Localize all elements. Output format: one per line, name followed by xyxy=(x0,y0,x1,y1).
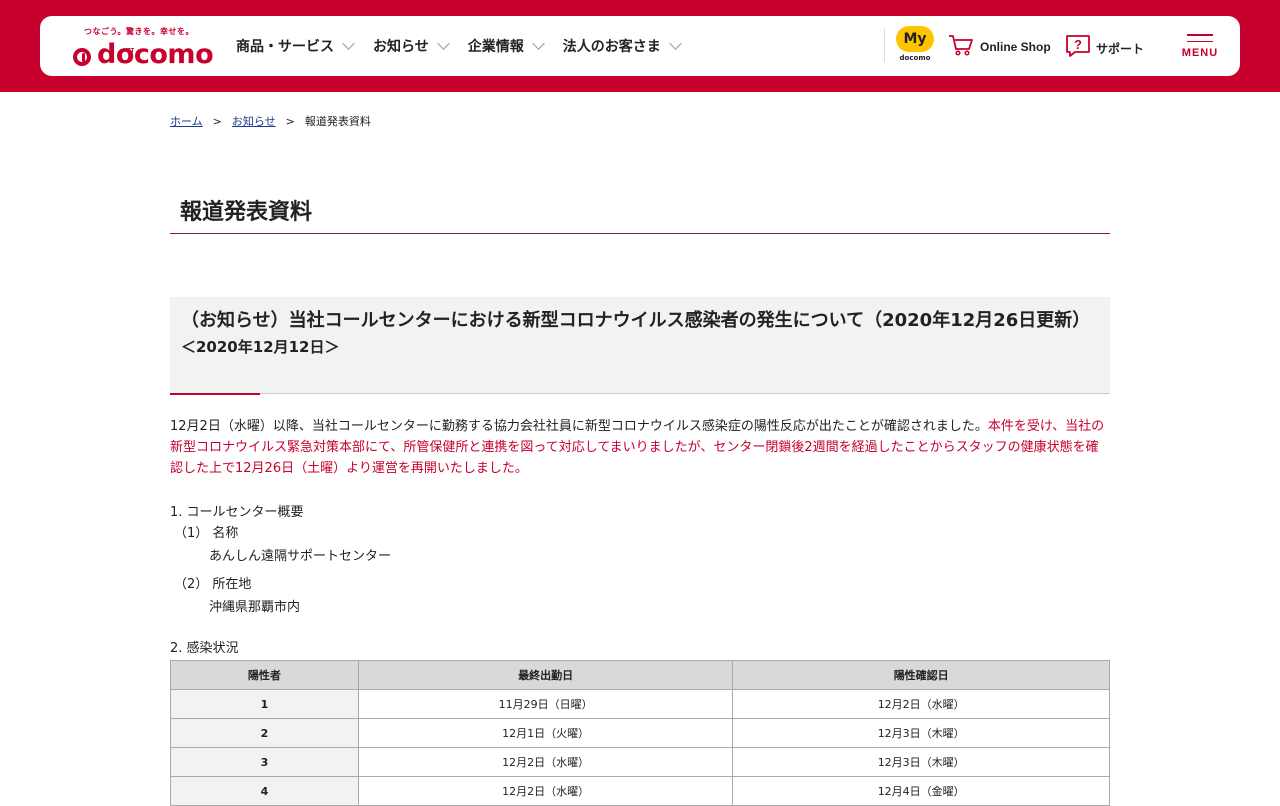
table-row: 4 12月2日（水曜） 12月4日（金曜） xyxy=(170,776,1110,806)
nav-item-label: お知らせ xyxy=(373,39,429,55)
table-cell: 12月3日（木曜） xyxy=(732,747,1110,777)
nav-item-label: 商品・サービス xyxy=(236,39,334,55)
header-divider xyxy=(884,28,885,62)
column-header: 最終出勤日 xyxy=(357,660,734,690)
article-divider xyxy=(170,393,1110,394)
menu-label: MENU xyxy=(1181,47,1219,59)
hamburger-icon xyxy=(1180,34,1220,42)
online-shop-link[interactable]: Online Shop xyxy=(948,34,1051,60)
my-docomo-badge: My xyxy=(896,26,934,52)
power-ring-icon xyxy=(73,48,91,66)
chevron-down-icon xyxy=(531,37,545,50)
table-cell: 4 xyxy=(170,776,359,806)
chevron-down-icon xyxy=(436,37,450,50)
article-title: （お知らせ）当社コールセンターにおける新型コロナウイルス感染者の発生について（2… xyxy=(181,310,1091,331)
section2-heading: 2. 感染状況 xyxy=(170,641,239,656)
svg-text:?: ? xyxy=(1074,37,1082,52)
breadcrumb-current: 報道発表資料 xyxy=(304,115,371,128)
article-date: ＜2020年12月12日＞ xyxy=(181,338,340,356)
brand-wordmark: docomo xyxy=(97,39,214,70)
section1-heading: 1. コールセンター概要 xyxy=(170,505,304,520)
site-header: つなごう。驚きを。幸せを。 NTT docomo 商品・サービス お知らせ 企業… xyxy=(40,16,1240,76)
my-docomo-button[interactable]: My docomo xyxy=(895,26,935,66)
nav-item-business[interactable]: 法人のお客さま xyxy=(562,36,682,56)
cart-icon xyxy=(948,34,974,60)
page-title: 報道発表資料 xyxy=(180,200,313,225)
table-cell: 11月29日（日曜） xyxy=(357,689,734,719)
article-body: 12月2日（水曜）以降、当社コールセンターに勤務する協力会社社員に新型コロナウイ… xyxy=(170,416,1110,479)
table-cell: 12月4日（金曜） xyxy=(732,776,1110,806)
help-icon: ? xyxy=(1065,34,1091,62)
chevron-down-icon xyxy=(668,37,682,50)
my-docomo-sub-label: docomo xyxy=(899,54,931,62)
article-accent-bar xyxy=(170,393,260,395)
nav-item-label: 法人のお客さま xyxy=(562,39,661,55)
table-row: 1 11月29日（日曜） 12月2日（水曜） xyxy=(170,689,1110,719)
section1-item2-value: 沖縄県那覇市内 xyxy=(209,600,301,615)
nav-item-products[interactable]: 商品・サービス xyxy=(236,36,355,56)
column-header: 陽性者 xyxy=(170,660,359,690)
table-cell: 12月2日（水曜） xyxy=(732,689,1110,719)
section1-item1-value: あんしん遠隔サポートセンター xyxy=(209,549,392,564)
table-cell: 12月3日（木曜） xyxy=(732,718,1110,748)
column-header: 陽性確認日 xyxy=(732,660,1110,690)
global-nav: 商品・サービス お知らせ 企業情報 法人のお客さま xyxy=(236,36,682,56)
table-cell: 3 xyxy=(170,747,359,777)
table-cell: 1 xyxy=(170,689,359,719)
table-row: 2 12月1日（火曜） 12月3日（木曜） xyxy=(170,718,1110,748)
table-header-row: 陽性者 最終出勤日 陽性確認日 xyxy=(170,660,1110,690)
table-row: 3 12月2日（水曜） 12月3日（木曜） xyxy=(170,747,1110,777)
infection-status-table: 陽性者 最終出勤日 陽性確認日 1 11月29日（日曜） 12月2日（水曜） 2… xyxy=(170,660,1110,806)
chevron-down-icon xyxy=(342,37,355,50)
table-cell: 12月2日（水曜） xyxy=(357,747,734,777)
table-cell: 12月1日（火曜） xyxy=(357,718,734,748)
article-body-text: 12月2日（水曜）以降、当社コールセンターに勤務する協力会社社員に新型コロナウイ… xyxy=(170,419,988,434)
title-underline xyxy=(170,233,1110,234)
section1-item2-label: （2） 所在地 xyxy=(174,577,252,592)
online-shop-label: Online Shop xyxy=(980,40,1051,54)
nav-item-corporate[interactable]: 企業情報 xyxy=(467,36,545,56)
section1-item1-label: （1） 名称 xyxy=(174,526,239,541)
support-label: サポート xyxy=(1096,41,1145,56)
breadcrumb-separator: > xyxy=(285,115,295,128)
table-cell: 2 xyxy=(170,718,359,748)
nav-item-news[interactable]: お知らせ xyxy=(373,36,450,56)
breadcrumb: ホーム > お知らせ > 報道発表資料 xyxy=(170,113,371,129)
logo-tagline: つなごう。驚きを。幸せを。 xyxy=(84,27,195,36)
nav-item-label: 企業情報 xyxy=(467,39,524,55)
article-header: （お知らせ）当社コールセンターにおける新型コロナウイルス感染者の発生について（2… xyxy=(170,297,1110,394)
breadcrumb-home-link[interactable]: ホーム xyxy=(170,115,203,128)
breadcrumb-news-link[interactable]: お知らせ xyxy=(232,115,276,128)
support-link[interactable]: ? サポート xyxy=(1065,34,1144,62)
breadcrumb-separator: > xyxy=(212,115,222,128)
table-cell: 12月2日（水曜） xyxy=(357,776,734,806)
docomo-logo[interactable]: つなごう。驚きを。幸せを。 NTT docomo xyxy=(73,24,214,70)
menu-button[interactable]: MENU xyxy=(1180,34,1220,59)
